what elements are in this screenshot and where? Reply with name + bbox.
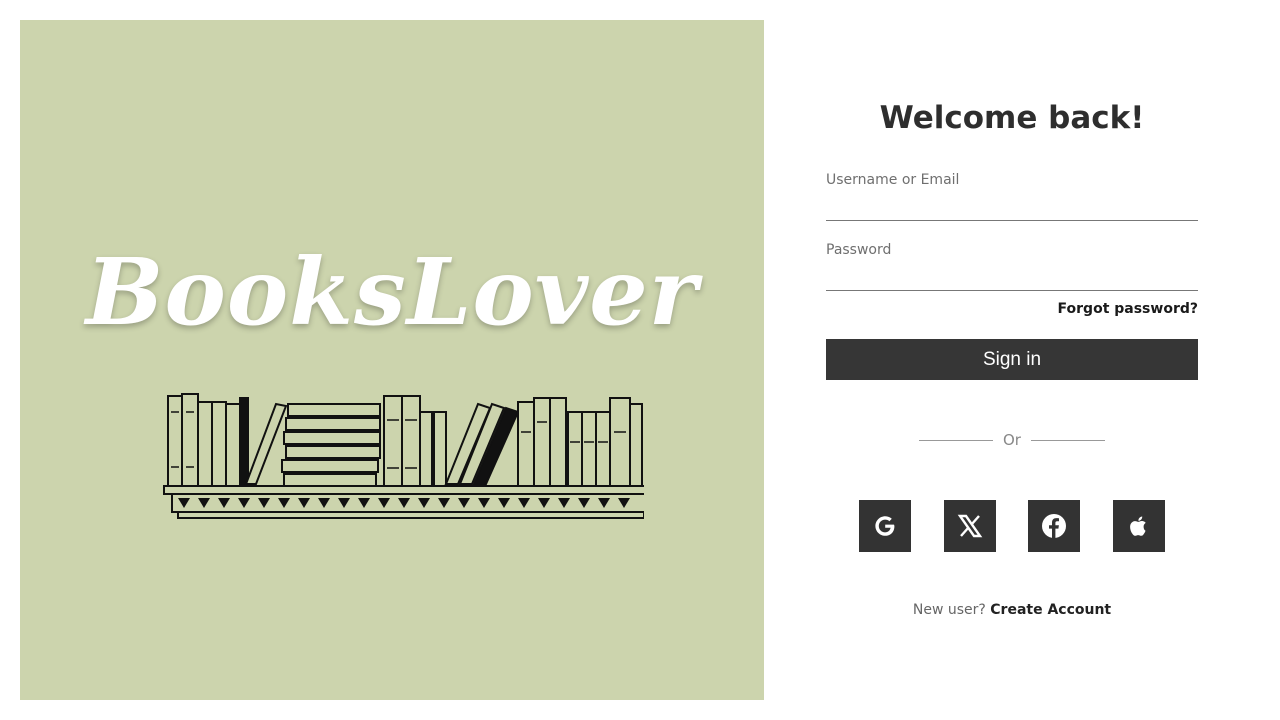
apple-login-button[interactable] [1113,500,1165,552]
forgot-password-link[interactable]: Forgot password? [1058,301,1198,317]
x-login-button[interactable] [944,500,996,552]
google-login-button[interactable] [859,500,911,552]
page-title: Welcome back! [879,100,1145,136]
signup-prompt: New user? [912,602,986,618]
brand-logo-text: BooksLover [85,238,699,346]
or-divider: Or [919,430,1105,450]
apple-icon [1130,516,1146,536]
divider-line-right [1030,439,1105,441]
bookshelf-illustration [163,393,644,519]
password-field[interactable] [826,264,1198,291]
facebook-login-button[interactable] [1028,500,1080,552]
username-label: Username or Email [826,172,960,188]
divider-line-left [919,439,993,441]
sign-in-button[interactable]: Sign in [826,339,1198,380]
x-icon [957,514,983,538]
create-account-link[interactable]: Create Account [990,602,1111,618]
hero-panel: BooksLover [20,20,764,700]
facebook-icon [1042,514,1066,538]
password-label: Password [826,242,892,258]
divider-text: Or [1003,431,1021,449]
google-icon [875,516,895,536]
username-field[interactable] [826,194,1198,221]
social-login-group [859,500,1165,552]
signup-row: New user? Create Account [826,602,1198,618]
login-panel: Welcome back! Username or Email Password… [826,0,1198,720]
